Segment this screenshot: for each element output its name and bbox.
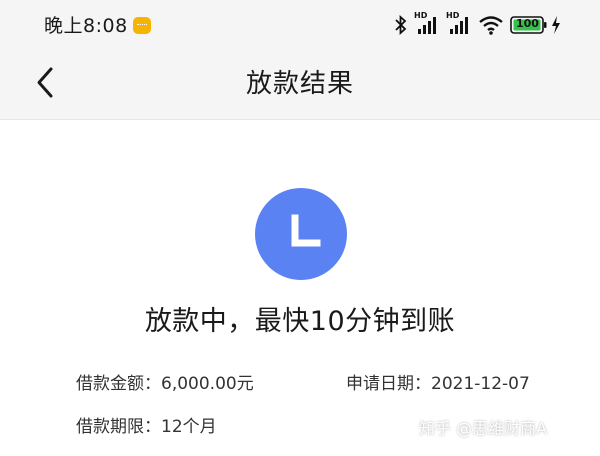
result-content: 放款中，最快10分钟到账 借款金额：6,000.00元 申请日期：2021-12…	[0, 121, 600, 456]
notification-app-icon	[133, 17, 151, 34]
loan-term-value: 12个月	[161, 417, 217, 437]
charging-icon	[552, 16, 560, 34]
status-bar: 晚上8:08 HD HD 100	[0, 0, 600, 48]
apply-date-row: 申请日期：2021-12-07	[346, 372, 530, 396]
signal-icon: HD	[414, 11, 440, 36]
nav-bar: 放款结果	[0, 48, 600, 120]
battery-level: 100	[516, 17, 539, 30]
status-time: 晚上8:08	[44, 15, 128, 37]
page-title: 放款结果	[245, 69, 354, 99]
clock-icon	[255, 188, 347, 280]
bluetooth-icon	[395, 14, 407, 36]
signal-icon: HD	[446, 11, 472, 36]
wifi-icon	[479, 16, 503, 35]
result-status-text: 放款中，最快10分钟到账	[144, 306, 456, 337]
apply-date-label: 申请日期：	[346, 374, 431, 394]
apply-date-value: 2021-12-07	[431, 374, 530, 394]
loan-amount-value: 6,000.00元	[161, 374, 254, 394]
loan-amount-row: 借款金额：6,000.00元	[76, 372, 254, 396]
loan-amount-label: 借款金额：	[76, 374, 161, 394]
loan-term-label: 借款期限：	[76, 417, 161, 437]
watermark: 知乎 @思维财商A	[419, 419, 548, 438]
battery-icon: 100	[510, 14, 548, 36]
loan-term-row: 借款期限：12个月	[76, 415, 217, 439]
